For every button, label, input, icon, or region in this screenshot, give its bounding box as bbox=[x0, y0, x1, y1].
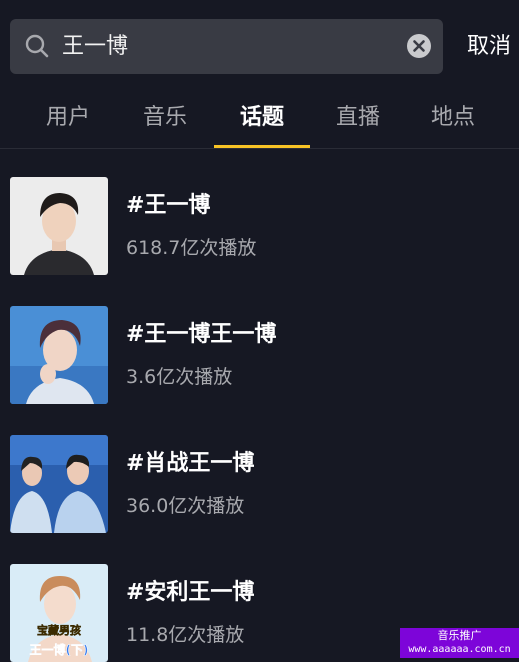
tab-places[interactable]: 地点 bbox=[405, 90, 501, 148]
topic-thumbnail bbox=[10, 177, 108, 275]
promo-label: 音乐推广 bbox=[437, 629, 482, 642]
play-count: 11.8亿次播放 bbox=[126, 624, 245, 646]
search-input[interactable]: 王一博 bbox=[10, 19, 443, 74]
topic-title: #肖战王一博 bbox=[126, 451, 255, 476]
search-icon bbox=[25, 34, 49, 58]
play-count: 36.0亿次播放 bbox=[126, 495, 245, 517]
topic-title: #王一博 bbox=[126, 193, 211, 218]
tab-bar: 用户 音乐 话题 直播 地点 bbox=[0, 90, 519, 149]
promo-watermark[interactable]: 音乐推广 www.aaaaaa.com.cn bbox=[400, 628, 519, 658]
cancel-button[interactable]: 取消 bbox=[467, 19, 511, 74]
topic-thumbnail bbox=[10, 306, 108, 404]
tab-users[interactable]: 用户 bbox=[20, 90, 116, 148]
list-item[interactable]: #肖战王一博 36.0亿次播放 bbox=[0, 435, 519, 533]
list-item[interactable]: #王一博王一博 3.6亿次播放 bbox=[0, 306, 519, 404]
tab-music[interactable]: 音乐 bbox=[117, 90, 213, 148]
clear-icon[interactable] bbox=[406, 33, 432, 59]
play-count: 618.7亿次播放 bbox=[126, 237, 257, 259]
topic-thumbnail bbox=[10, 435, 108, 533]
topic-thumbnail: 宝藏男孩 王一博(下) bbox=[10, 564, 108, 662]
thumb-caption-bottom: 王一博(下) bbox=[30, 642, 89, 657]
topic-title: #安利王一博 bbox=[126, 580, 255, 605]
play-count: 3.6亿次播放 bbox=[126, 366, 233, 388]
tab-live[interactable]: 直播 bbox=[310, 90, 406, 148]
list-item[interactable]: #王一博 618.7亿次播放 bbox=[0, 177, 519, 275]
search-query[interactable]: 王一博 bbox=[62, 19, 128, 74]
topic-title: #王一博王一博 bbox=[126, 322, 277, 347]
tab-topics[interactable]: 话题 bbox=[214, 90, 310, 148]
thumb-caption-top: 宝藏男孩 bbox=[37, 623, 81, 637]
promo-url: www.aaaaaa.com.cn bbox=[408, 644, 511, 655]
